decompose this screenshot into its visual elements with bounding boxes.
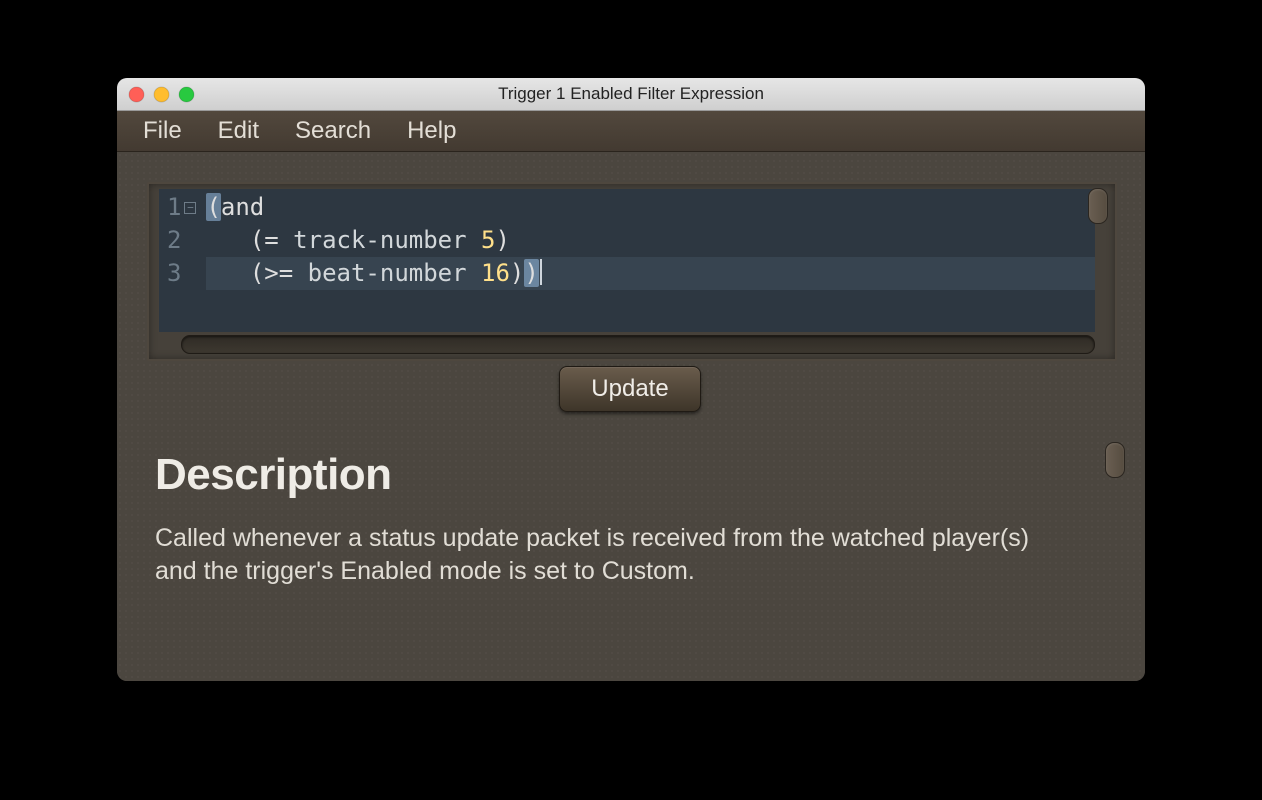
window-controls bbox=[129, 87, 194, 102]
menu-help[interactable]: Help bbox=[389, 113, 474, 149]
editor-horizontal-scrollbar[interactable] bbox=[181, 335, 1095, 354]
app-window: Trigger 1 Enabled Filter Expression File… bbox=[117, 78, 1145, 681]
menu-file[interactable]: File bbox=[125, 113, 200, 149]
line-number: 1− bbox=[167, 191, 196, 224]
titlebar[interactable]: Trigger 1 Enabled Filter Expression bbox=[117, 78, 1145, 111]
editor-container: 1−23 (and (= track-number 5) (>= beat-nu… bbox=[147, 182, 1117, 361]
client-area: 1−23 (and (= track-number 5) (>= beat-nu… bbox=[117, 152, 1145, 681]
description-body: Called whenever a status update packet i… bbox=[155, 522, 1075, 588]
editor-vertical-scrollbar[interactable] bbox=[1088, 188, 1108, 224]
close-icon[interactable] bbox=[129, 87, 144, 102]
line-gutter: 1−23 bbox=[159, 189, 200, 332]
code-body[interactable]: (and (= track-number 5) (>= beat-number … bbox=[200, 189, 1095, 332]
menubar: File Edit Search Help bbox=[117, 111, 1145, 152]
line-number: 2 bbox=[167, 224, 196, 257]
code-line[interactable]: (= track-number 5) bbox=[206, 224, 1095, 257]
menu-edit[interactable]: Edit bbox=[200, 113, 277, 149]
fold-icon[interactable]: − bbox=[184, 202, 196, 214]
description-heading: Description bbox=[155, 450, 392, 500]
minimize-icon[interactable] bbox=[154, 87, 169, 102]
window-title: Trigger 1 Enabled Filter Expression bbox=[117, 84, 1145, 104]
menu-search[interactable]: Search bbox=[277, 113, 389, 149]
code-editor[interactable]: 1−23 (and (= track-number 5) (>= beat-nu… bbox=[159, 189, 1095, 332]
maximize-icon[interactable] bbox=[179, 87, 194, 102]
code-line[interactable]: (>= beat-number 16)) bbox=[206, 257, 1095, 290]
code-line[interactable]: (and bbox=[206, 191, 1095, 224]
line-number: 3 bbox=[167, 257, 196, 290]
update-button[interactable]: Update bbox=[559, 366, 701, 412]
description-scrollbar[interactable] bbox=[1105, 442, 1125, 478]
text-caret bbox=[540, 259, 542, 285]
